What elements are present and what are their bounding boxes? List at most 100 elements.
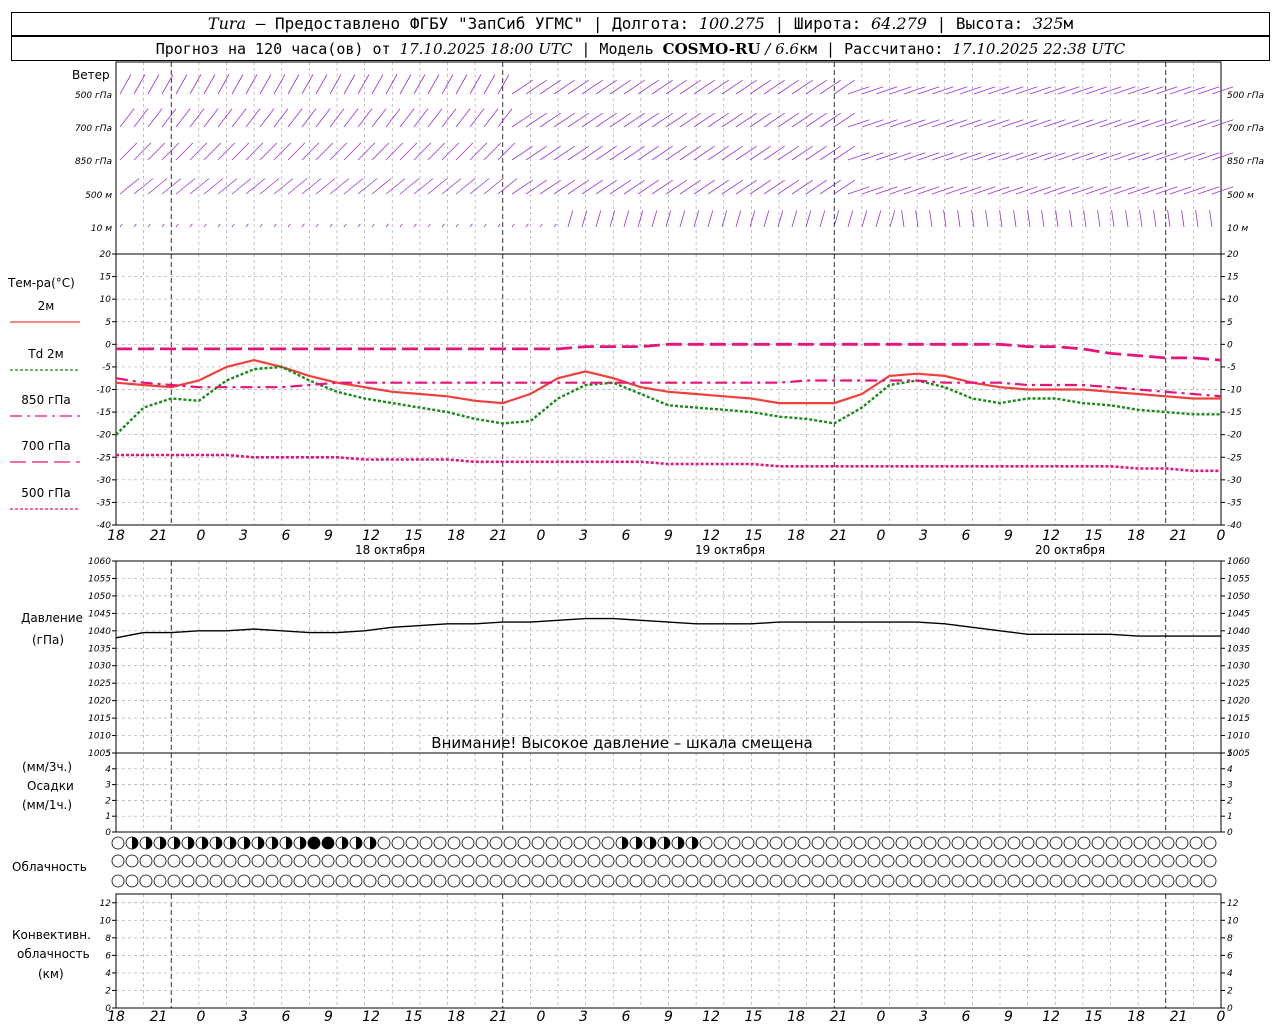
cloud-symbol — [531, 836, 545, 850]
y-tick-label: 0 — [105, 828, 111, 838]
cloud-symbol — [1049, 874, 1063, 888]
wind-barb — [595, 210, 602, 228]
wind-barb — [553, 223, 557, 228]
x-tick-label: 9 — [324, 1009, 333, 1024]
x-tick-label: 21 — [830, 1009, 848, 1024]
wind-barb — [287, 142, 306, 161]
wind-barb — [483, 108, 499, 128]
wind-barb — [273, 74, 286, 95]
wind-barb — [357, 108, 373, 128]
wind-barb — [189, 74, 202, 95]
x-tick-label: 0 — [197, 528, 206, 544]
cloud-symbol — [951, 854, 965, 868]
y-tick-label: 15 — [1227, 273, 1239, 283]
legend-label: Td 2м — [27, 347, 63, 361]
cloud-symbol — [769, 874, 783, 888]
wind-barb — [427, 142, 446, 161]
y-tick-label: -25 — [1227, 453, 1242, 463]
wind-barb — [819, 210, 826, 228]
wind-barb — [273, 223, 277, 228]
cloud-symbol — [1035, 874, 1049, 888]
cloud-symbol — [699, 874, 713, 888]
wind-barb — [329, 223, 333, 228]
wind-barb — [203, 108, 219, 128]
y-tick-label: 5 — [1227, 318, 1233, 328]
cloud-symbol — [1161, 874, 1175, 888]
y-tick-label: 1055 — [1227, 574, 1250, 584]
x-tick-label: 18 — [107, 528, 125, 544]
y-tick-label: 6 — [105, 951, 111, 961]
cloud-symbol — [405, 836, 419, 850]
y-tick-label: -15 — [1227, 408, 1242, 418]
wind-barb — [161, 108, 177, 128]
cloud-fill — [146, 837, 152, 849]
cloud-symbol — [685, 854, 699, 868]
cloud-symbol — [811, 836, 825, 850]
wind-barb — [161, 74, 174, 95]
wind-level-label: 500 гПа — [75, 91, 112, 101]
wind-barb — [1125, 210, 1129, 228]
wind-barb — [343, 223, 347, 228]
x-tick-label: 0 — [537, 528, 546, 544]
meteogram: Ветер 500 гПа 500 гПа 700 гПа 700 гПа 850 гП… — [7, 61, 1264, 1024]
wind-barb — [217, 142, 236, 161]
day-label: 18 октября — [355, 543, 425, 557]
wind-barb — [315, 223, 319, 228]
wind-level-label: 500 гПа — [1227, 91, 1264, 101]
wind-barb — [231, 223, 235, 228]
cloud-symbol — [699, 836, 713, 850]
wind-barb — [1181, 210, 1185, 228]
cloud-symbol — [909, 854, 923, 868]
wind-barb — [861, 210, 868, 228]
y-tick-label: 20 — [1227, 250, 1239, 260]
cloud-symbol — [531, 874, 545, 888]
wind-barb — [259, 223, 263, 228]
x-tick-label: 21 — [490, 528, 508, 544]
cloud-symbol — [839, 874, 853, 888]
wind-barb — [245, 142, 264, 161]
pressure-title: Давление — [21, 611, 83, 625]
y-tick-label: 8 — [105, 934, 111, 944]
x-tick-label: 18 — [107, 1009, 125, 1024]
wind-barb — [399, 108, 415, 128]
cloud-symbol — [965, 836, 979, 850]
y-tick-label: 1045 — [88, 609, 111, 619]
wind-barb — [245, 223, 249, 228]
y-tick-label: 1060 — [88, 557, 111, 567]
cloud-symbol — [727, 836, 741, 850]
x-tick-label: 12 — [1042, 1009, 1060, 1024]
y-tick-label: -20 — [1227, 431, 1242, 441]
cloud-symbol — [279, 874, 293, 888]
cloud-symbol — [839, 836, 853, 850]
wind-barbs — [119, 74, 1234, 228]
x-tick-label: 15 — [1085, 528, 1103, 544]
cloud-fill-full — [322, 837, 334, 849]
y-tick-label: 0 — [1227, 828, 1233, 838]
cloud-symbol — [853, 854, 867, 868]
cloud-symbol — [363, 854, 377, 868]
wind-barb — [455, 223, 459, 228]
wind-barb — [119, 74, 132, 95]
wind-barb — [287, 223, 291, 228]
cloud-symbol — [1119, 854, 1133, 868]
y-tick-label: 1025 — [88, 679, 111, 689]
cloud-symbol — [755, 874, 769, 888]
cloud-symbol — [531, 854, 545, 868]
cloud-symbol — [923, 874, 937, 888]
wind-barb — [385, 74, 398, 95]
x-tick-label: 21 — [830, 528, 848, 544]
cloud-symbol — [783, 854, 797, 868]
x-tick-label: 21 — [1170, 1009, 1188, 1024]
cloud-fill — [356, 837, 362, 849]
cloud-symbol — [125, 874, 139, 888]
wind-barb — [1139, 210, 1143, 228]
wind-barb — [609, 210, 616, 228]
wind-level-label: 10 м — [91, 224, 112, 234]
wind-barb — [749, 210, 756, 228]
cloud-symbol — [615, 874, 629, 888]
wind-barb — [1097, 210, 1101, 228]
wind-barb — [1209, 210, 1213, 228]
cloud-symbol — [181, 854, 195, 868]
cloud-symbol — [811, 874, 825, 888]
x-tick-label: 0 — [877, 1009, 886, 1024]
